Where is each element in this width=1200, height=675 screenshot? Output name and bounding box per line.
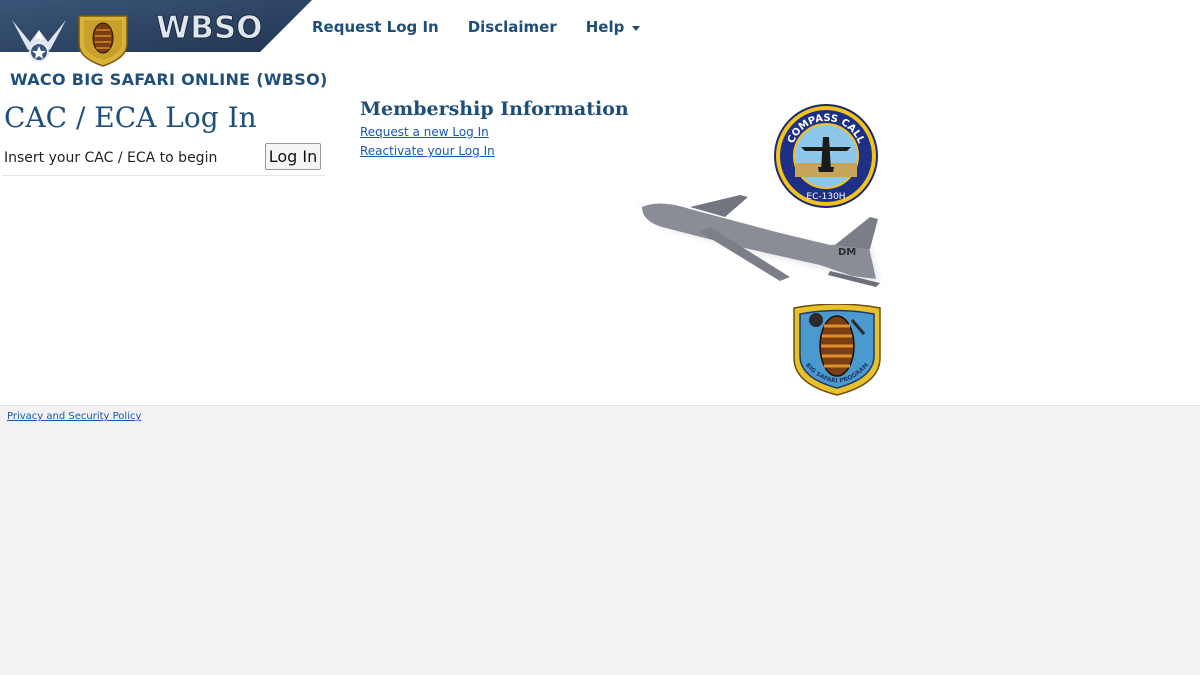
top-nav: Request Log In Disclaimer Help — [312, 18, 669, 36]
site-title: WACO BIG SAFARI ONLINE (WBSO) — [10, 70, 328, 89]
login-row: Insert your CAC / ECA to begin Log In — [2, 143, 325, 176]
privacy-policy-link[interactable]: Privacy and Security Policy — [7, 411, 141, 422]
login-button[interactable]: Log In — [265, 143, 321, 170]
logo-text: WBSO — [156, 10, 263, 46]
login-heading: CAC / ECA Log In — [4, 101, 257, 134]
login-instruction: Insert your CAC / ECA to begin — [4, 150, 218, 166]
nav-help-menu[interactable]: Help — [586, 18, 641, 36]
request-new-login-link[interactable]: Request a new Log In — [360, 125, 489, 139]
header-banner: WBSO — [0, 0, 312, 68]
big-safari-small-shield-icon — [78, 15, 128, 67]
nav-help-label: Help — [585, 18, 625, 36]
chevron-down-icon — [632, 26, 641, 31]
aircraft-tail-code: DM — [838, 247, 856, 258]
big-safari-patch-image: BIG SAFARI PROGRAM — [792, 303, 882, 400]
reactivate-login-link[interactable]: Reactivate your Log In — [360, 144, 495, 158]
nav-disclaimer-link[interactable]: Disclaimer — [468, 18, 557, 36]
nav-request-login-link[interactable]: Request Log In — [312, 18, 439, 36]
ec130-aircraft-image: DM — [630, 187, 885, 296]
membership-heading: Membership Information — [360, 98, 629, 120]
footer-divider — [0, 405, 1200, 406]
